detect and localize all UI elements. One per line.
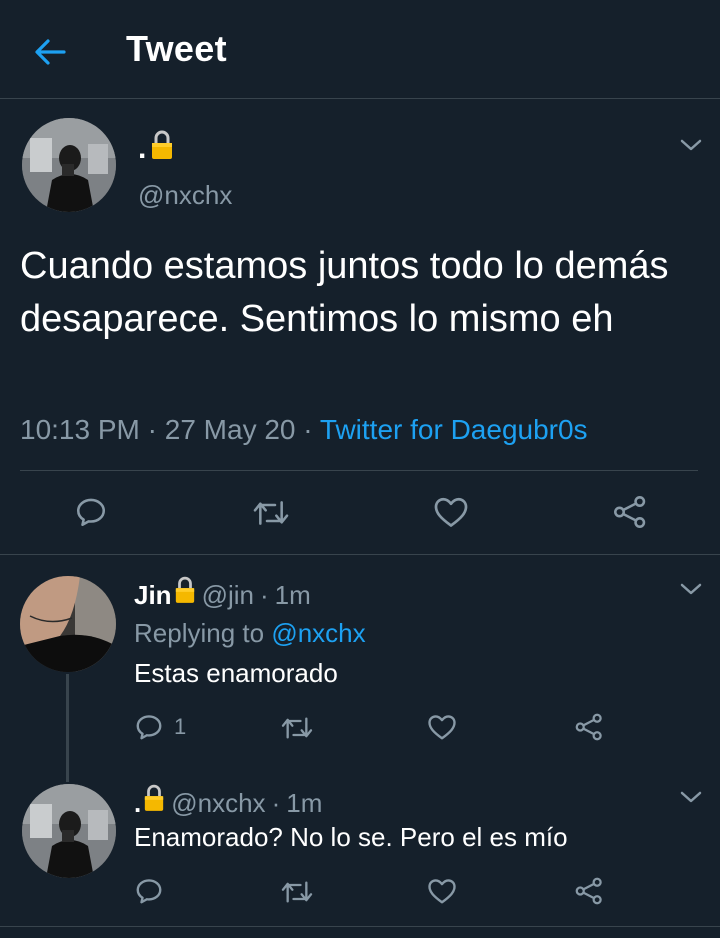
retweet-button[interactable] [252,497,290,529]
chevron-down-icon[interactable] [678,136,704,154]
share-button[interactable] [612,494,648,530]
share-icon [614,496,646,528]
meta-separator: · [303,414,313,445]
reply-author-name[interactable]: Jin [134,580,172,611]
reply-count: 1 [174,714,187,739]
lock-icon [150,130,174,168]
retweet-icon [281,881,313,903]
chevron-down-icon[interactable] [678,788,704,806]
share-button[interactable] [574,876,604,906]
reply-icon [136,715,162,740]
reply-author-handle[interactable]: @jin [202,580,254,611]
meta-separator: · [271,788,281,818]
reply-time: 1m [274,580,311,610]
retweet-button[interactable] [280,714,314,742]
like-icon [428,879,456,904]
like-button[interactable] [433,495,469,529]
share-icon [575,713,602,741]
reply-author-handle[interactable]: @nxchx [171,788,265,819]
top-bar: Tweet [0,0,720,99]
avatar[interactable] [20,576,116,672]
author-handle[interactable]: @nxchx [138,180,232,211]
replying-to: Replying to @nxchx [134,618,366,649]
avatar[interactable] [22,784,116,878]
thread-line [66,674,69,782]
retweet-icon [281,717,313,739]
meta-separator: · [259,580,269,610]
lock-icon [174,576,196,611]
back-arrow-icon[interactable] [30,32,70,72]
reply-text: Estas enamorado [134,658,338,688]
divider [20,470,698,471]
like-button[interactable] [427,713,457,741]
divider [0,554,720,555]
like-button[interactable] [427,877,457,905]
reply-button[interactable] [134,876,164,906]
reply-header: Jin @jin · 1m [134,576,311,611]
reply-header: . @nxchx · 1m [134,784,322,819]
reply-icon [76,498,106,527]
tweet-time: 10:13 PM [20,414,140,445]
like-icon [428,715,456,740]
share-button[interactable] [574,712,604,742]
replying-to-label: Replying to [134,618,265,648]
tweet-meta: 10:13 PM · 27 May 20 · Twitter for Daegu… [20,414,588,446]
lock-icon [143,784,165,819]
share-icon [575,877,602,905]
chevron-down-icon[interactable] [678,580,704,598]
tweet-source-link[interactable]: Twitter for Daegubr0s [320,414,588,445]
meta-separator: · [147,414,157,445]
divider [0,926,720,927]
author-name[interactable]: . [138,130,174,168]
page-title: Tweet [126,28,227,69]
reply-author-name[interactable]: . [134,788,141,819]
reply-button[interactable]: 1 [134,712,186,742]
like-icon [434,497,468,527]
retweet-icon [253,501,289,525]
reply-time: 1m [286,788,323,818]
retweet-button[interactable] [280,878,314,906]
tweet-text: Cuando estamos juntos todo lo demás desa… [20,245,669,340]
tweet-date: 27 May 20 [164,414,296,445]
author-display-name: . [138,132,147,165]
replying-to-link[interactable]: @nxchx [271,618,365,648]
reply-text: Enamorado? No lo se. Pero el es mío [134,822,568,852]
reply-icon [136,879,162,904]
reply-button[interactable] [74,495,108,529]
avatar[interactable] [22,118,116,212]
